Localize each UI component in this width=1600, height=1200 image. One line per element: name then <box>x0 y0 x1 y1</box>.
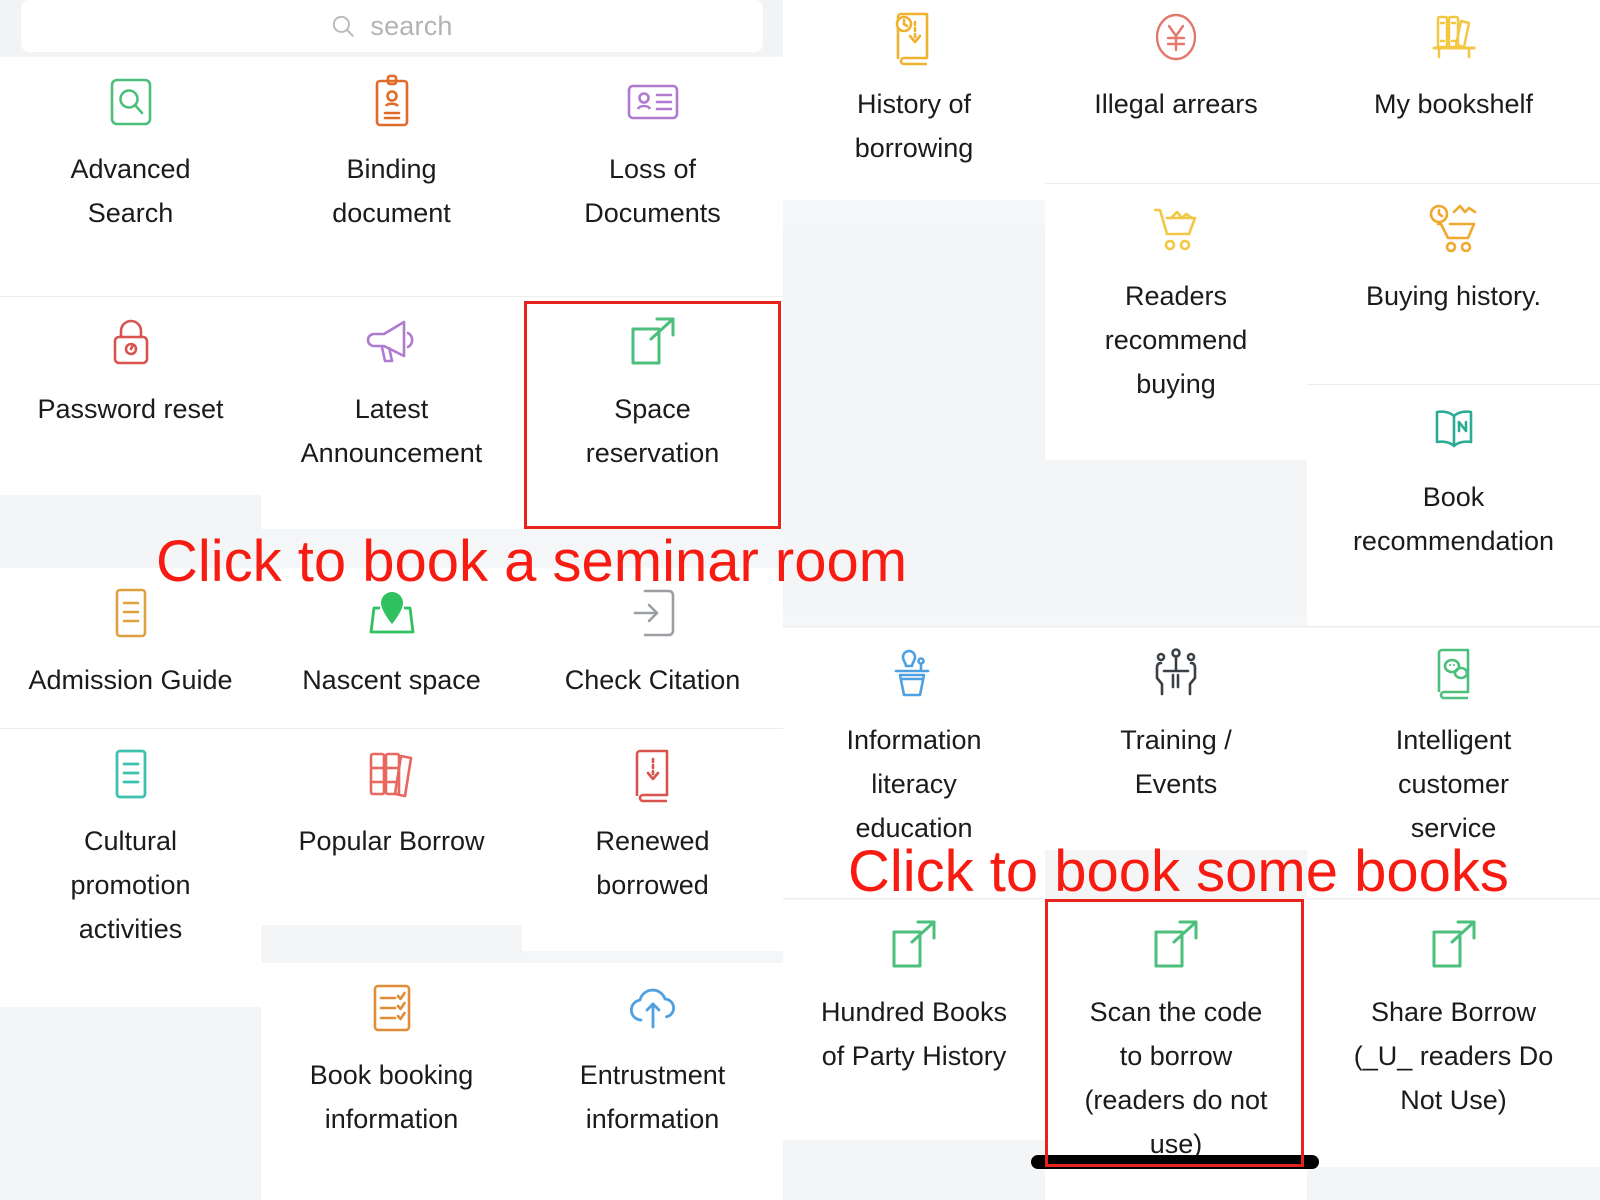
search-placeholder-text: search <box>370 10 453 41</box>
tile-buying-history[interactable]: Buying history. <box>1307 184 1600 384</box>
search-icon <box>330 13 356 39</box>
tile-label: Book booking information <box>309 1060 474 1134</box>
tile-training-events[interactable]: Training / Events <box>1045 628 1307 850</box>
tile-illegal-arrears[interactable]: Illegal arrears <box>1045 0 1307 183</box>
tile-label: Space reservation <box>585 394 720 468</box>
open-book-n-icon <box>1423 399 1485 461</box>
tile-history-of-borrowing[interactable]: History of borrowing <box>783 0 1045 200</box>
grid-divider <box>783 626 1600 627</box>
tile-label: Intelligent customer service <box>1395 725 1512 843</box>
home-indicator <box>1031 1155 1319 1169</box>
scroll-gap <box>783 1140 1045 1200</box>
tile-book-recommendation[interactable]: Book recommendation <box>1307 385 1600 626</box>
tile-label: Training / Events <box>1120 725 1232 799</box>
tile-book-booking-information[interactable]: Book booking information <box>261 963 522 1200</box>
tile-label: Illegal arrears <box>1094 89 1258 119</box>
tile-my-bookshelf[interactable]: My bookshelf <box>1307 0 1600 183</box>
tile-label: My bookshelf <box>1373 89 1534 119</box>
tile-renewed-borrowed[interactable]: Renewed borrowed <box>522 729 783 951</box>
tile-label: Password reset <box>37 394 224 424</box>
scroll-gap <box>1307 1167 1600 1200</box>
tile-label: Latest Announcement <box>300 394 483 468</box>
id-badge-icon <box>624 71 682 133</box>
magnifier-box-icon <box>105 71 157 133</box>
megaphone-icon <box>362 311 422 373</box>
tile-label: Cultural promotion activities <box>70 826 191 944</box>
book-clock-down-icon <box>889 6 939 68</box>
people-meeting-icon <box>1147 642 1205 704</box>
tile-space-reservation[interactable]: Space reservation <box>522 297 783 529</box>
tile-share-borrow[interactable]: Share Borrow (_U_ readers Do Not Use) <box>1307 900 1600 1167</box>
tile-advanced-search[interactable]: Advanced Search <box>0 57 261 296</box>
tile-hundred-books-of-party-history[interactable]: Hundred Books of Party History <box>783 900 1045 1140</box>
tile-password-reset[interactable]: Password reset <box>0 297 261 495</box>
tile-entrustment-information[interactable]: Entrustment information <box>522 963 783 1200</box>
tile-label: History of borrowing <box>854 89 974 163</box>
checklist-icon <box>367 977 417 1039</box>
id-card-clip-icon <box>367 71 417 133</box>
tile-label: Check Citation <box>564 665 741 695</box>
search-bar: search <box>0 0 783 56</box>
tile-label: Scan the code to borrow (readers do not … <box>1084 997 1268 1159</box>
external-link-icon <box>884 914 944 976</box>
tile-popular-borrow[interactable]: Popular Borrow <box>261 729 522 925</box>
cloud-upload-icon <box>623 977 683 1039</box>
tile-cultural-promotion-activities[interactable]: Cultural promotion activities <box>0 729 261 1007</box>
right-app-screen: History of borrowing Illegal arrears My … <box>783 0 1600 1200</box>
tile-label: Binding document <box>332 154 451 228</box>
document-lines-icon <box>108 582 154 644</box>
teal-document-icon <box>108 743 154 805</box>
tile-label: Advanced Search <box>70 154 191 228</box>
left-app-screen: search Advanced Search Binding document … <box>0 0 783 1200</box>
external-link-icon <box>623 311 683 373</box>
tile-label: Readers recommend buying <box>1104 281 1248 399</box>
tile-label: Renewed borrowed <box>595 826 710 900</box>
tile-label: Popular Borrow <box>298 826 485 856</box>
search-input[interactable]: search <box>20 0 763 52</box>
book-down-arrow-icon <box>629 743 677 805</box>
shopping-cart-icon <box>1147 198 1205 260</box>
external-link-icon <box>1424 914 1484 976</box>
tile-label: Book recommendation <box>1352 482 1555 556</box>
tile-label: Share Borrow (_U_ readers Do Not Use) <box>1353 997 1554 1115</box>
annotation-seminar-room: Click to book a seminar room <box>156 529 908 594</box>
scroll-gap <box>1045 460 1307 613</box>
tile-label: Buying history. <box>1365 281 1542 311</box>
tile-label: Hundred Books of Party History <box>820 997 1008 1071</box>
external-link-icon <box>1146 914 1206 976</box>
tile-label: Entrustment information <box>579 1060 726 1134</box>
scroll-gap <box>0 1007 261 1200</box>
books-row-icon <box>363 743 421 805</box>
lectern-speaker-icon <box>886 642 942 704</box>
tile-label: Loss of Documents <box>584 154 721 228</box>
tile-latest-announcement[interactable]: Latest Announcement <box>261 297 522 529</box>
scroll-gap <box>261 925 522 963</box>
tile-readers-recommend-buying[interactable]: Readers recommend buying <box>1045 184 1307 460</box>
yen-circle-icon <box>1148 6 1204 68</box>
padlock-icon <box>106 311 156 373</box>
bookshelf-icon <box>1425 6 1483 68</box>
chat-book-icon <box>1429 642 1479 704</box>
screenshot-root: search Advanced Search Binding document … <box>0 0 1600 1200</box>
tile-label: Nascent space <box>302 665 481 695</box>
tile-label: Admission Guide <box>28 665 233 695</box>
cart-clock-icon <box>1424 198 1484 260</box>
tile-loss-of-documents[interactable]: Loss of Documents <box>522 57 783 296</box>
tile-label: Information literacy education <box>846 725 982 843</box>
tile-binding-document[interactable]: Binding document <box>261 57 522 296</box>
annotation-book-some-books: Click to book some books <box>848 839 1509 904</box>
